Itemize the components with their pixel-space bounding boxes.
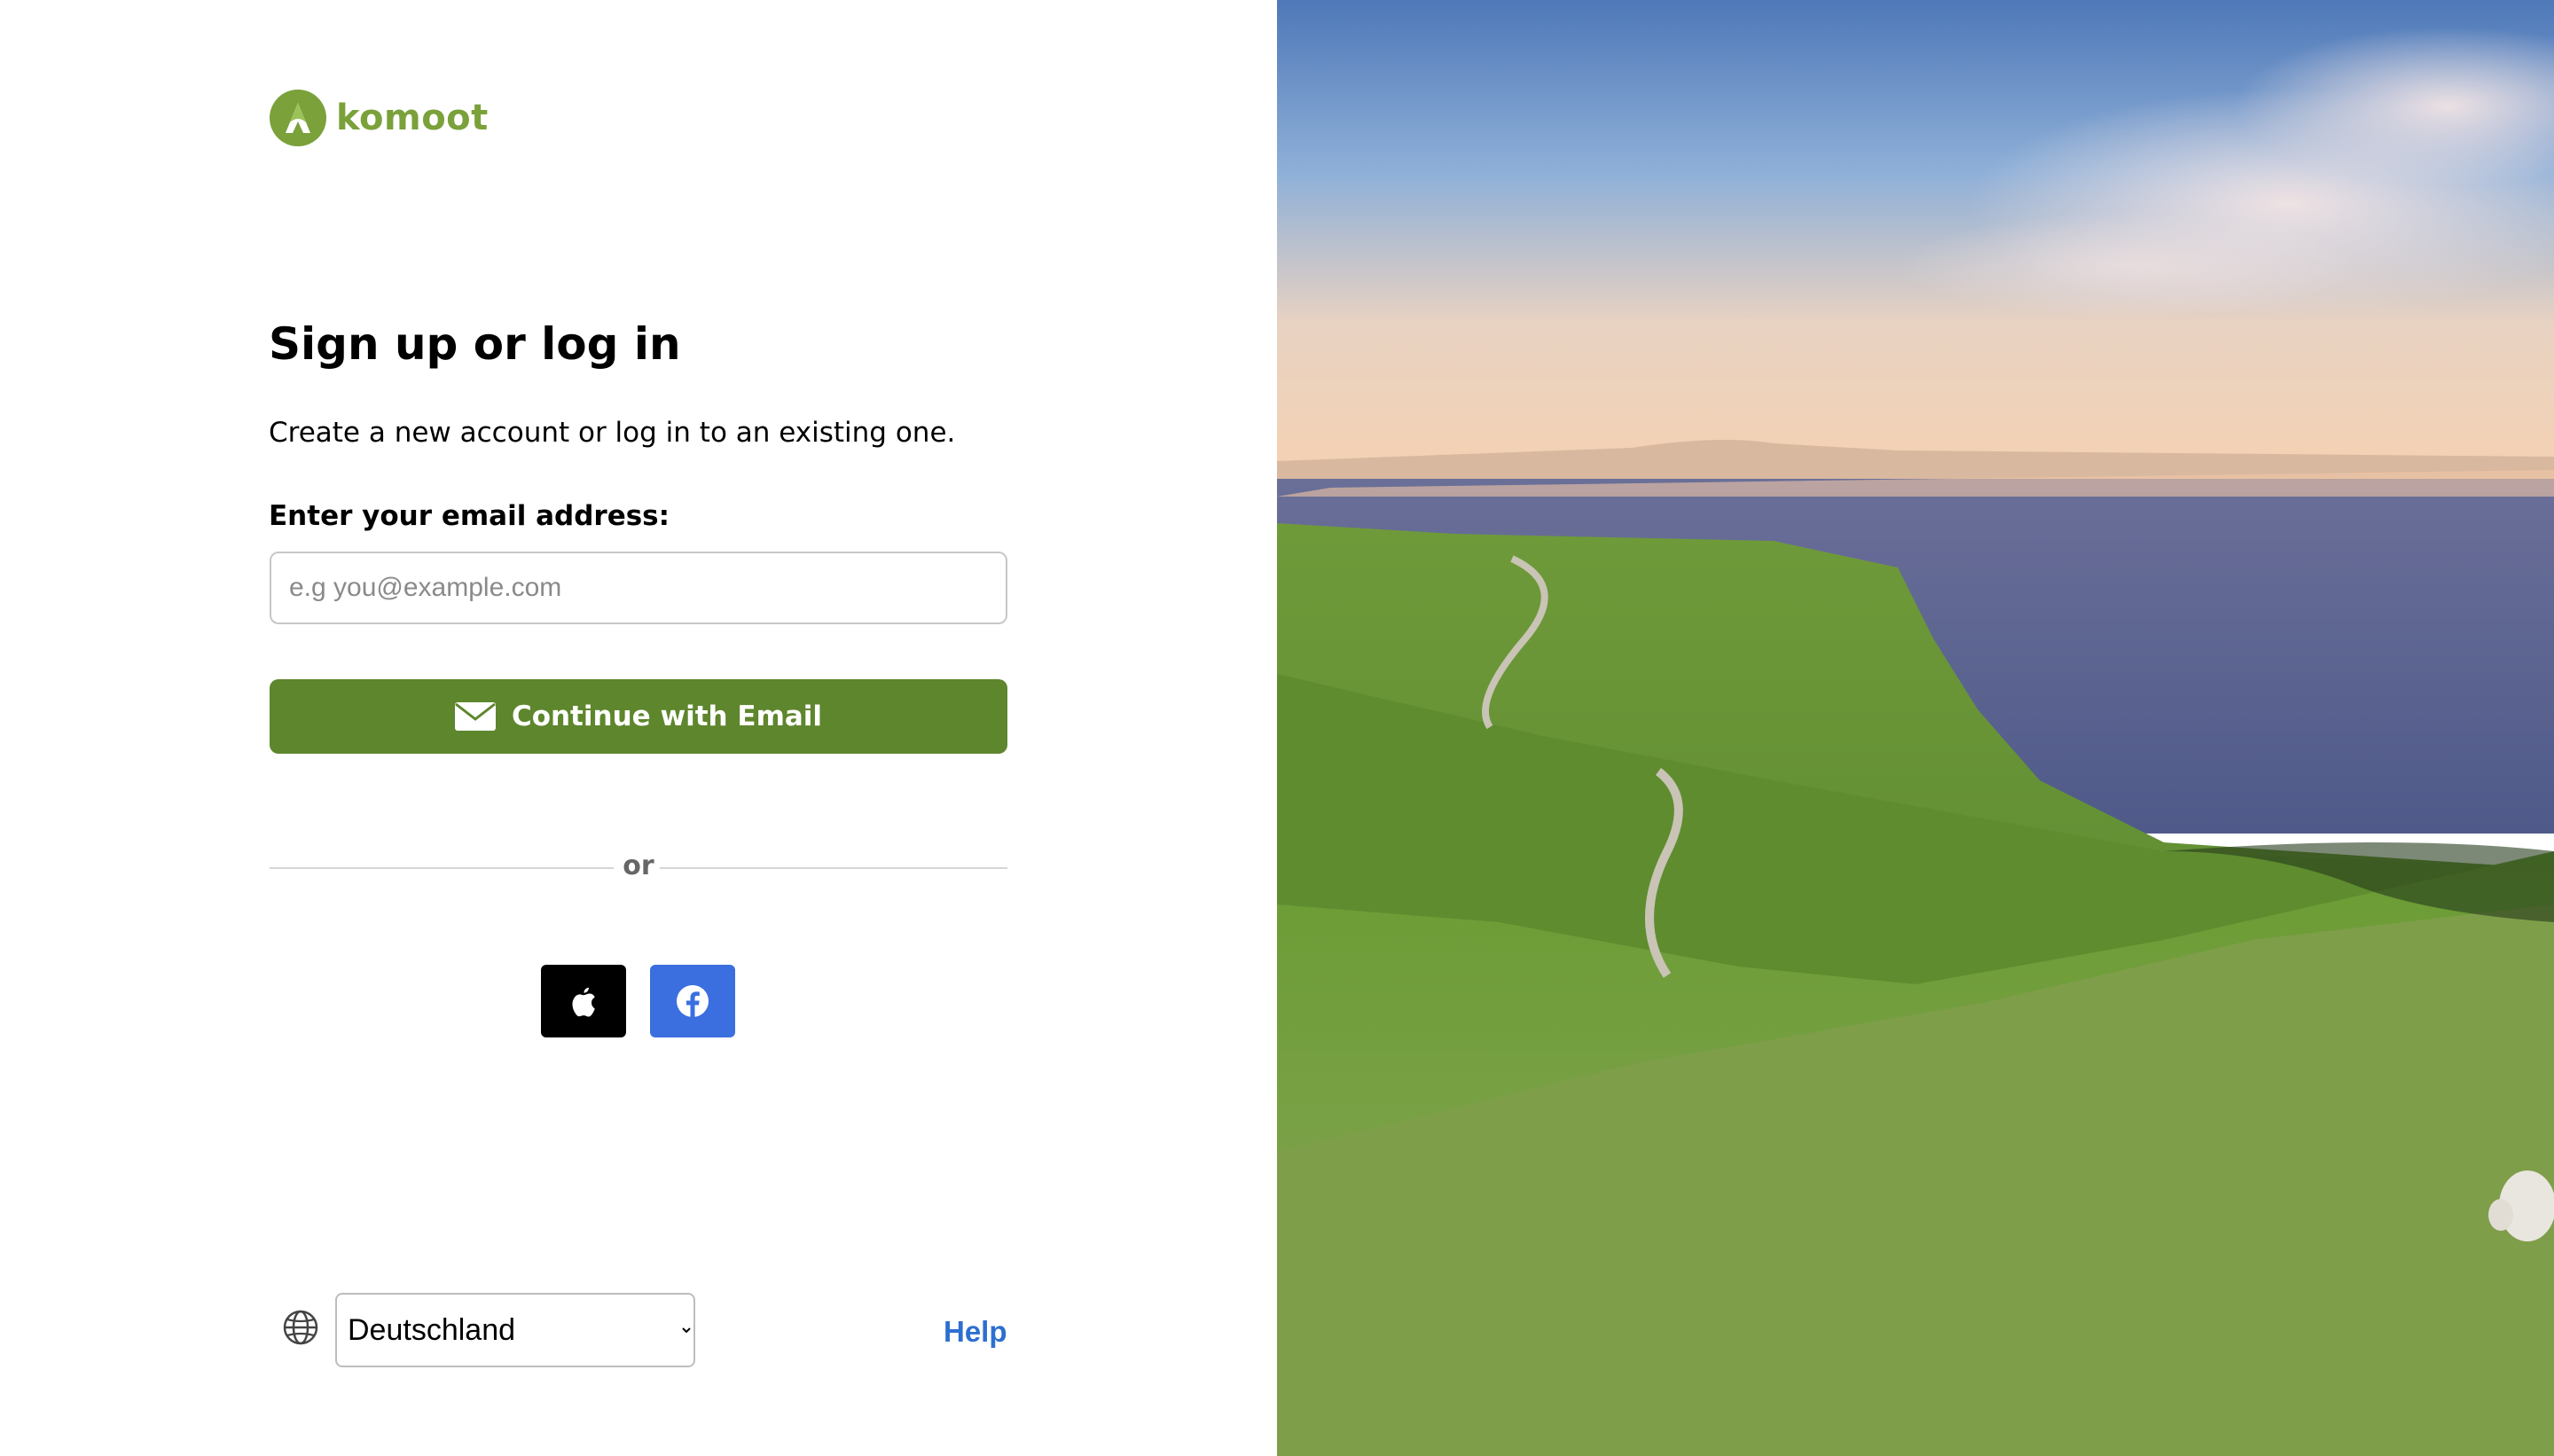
mail-icon [454,702,496,731]
or-divider: or [270,849,1007,885]
email-label: Enter your email address: [269,500,670,532]
facebook-login-button[interactable] [650,965,735,1037]
continue-with-email-button[interactable]: Continue with Email [270,679,1007,754]
login-panel: komoot Sign up or log in Create a new ac… [0,0,1277,1456]
facebook-icon [677,985,709,1017]
landscape-image [1277,0,2554,1456]
page-title: Sign up or log in [269,318,681,370]
globe-icon [283,1310,318,1345]
help-link[interactable]: Help [944,1314,1007,1350]
divider-line-right [660,867,1007,869]
country-select[interactable]: Deutschland [335,1293,695,1367]
continue-button-label: Continue with Email [511,701,823,732]
apple-icon [572,987,595,1017]
page-subtitle: Create a new account or log in to an exi… [269,417,956,449]
komoot-logo[interactable]: komoot [269,88,489,148]
divider-text: or [623,850,654,881]
komoot-logo-icon [270,90,326,146]
hero-image [1277,0,2554,1456]
brand-name: komoot [336,98,489,138]
apple-login-button[interactable] [541,965,626,1037]
email-input[interactable] [270,552,1007,624]
